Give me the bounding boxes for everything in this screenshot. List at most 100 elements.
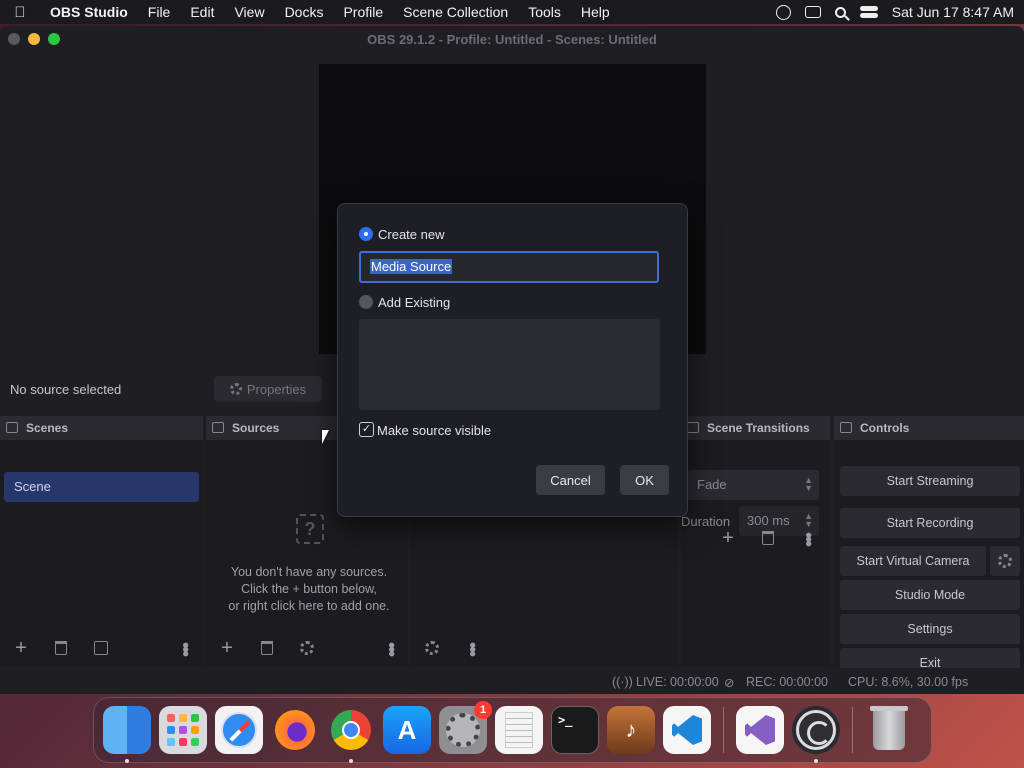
create-new-label[interactable]: Create new [378, 227, 444, 242]
empty-line-2: Click the + button below, [241, 582, 377, 596]
transition-select[interactable]: Fade ▲ ▼ [687, 470, 819, 500]
dock-separator [723, 707, 724, 753]
mixer-menu-button[interactable]: ••• [463, 639, 483, 657]
terminal-icon[interactable]: >_ [551, 706, 599, 754]
menu-docks[interactable]: Docks [275, 4, 334, 20]
cpu-stats: CPU: 8.6%, 30.00 fps [848, 675, 969, 689]
add-scene-button[interactable]: + [12, 637, 30, 659]
add-transition-button[interactable]: + [719, 527, 737, 549]
scene-filters-button[interactable] [92, 639, 110, 657]
safari-icon[interactable] [215, 706, 263, 754]
transitions-dock-title: Scene Transitions [707, 421, 810, 435]
scene-menu-button[interactable]: ••• [175, 639, 196, 657]
no-source-label: No source selected [10, 382, 122, 397]
gear-icon [998, 554, 1012, 568]
chevron-updown-icon: ▲ ▼ [804, 475, 813, 493]
menu-edit[interactable]: Edit [180, 4, 224, 20]
garageband-icon[interactable]: ♪ [607, 706, 655, 754]
source-name-value: Media Source [370, 259, 453, 274]
remove-transition-button[interactable] [759, 529, 777, 547]
properties-label: Properties [246, 381, 307, 397]
transitions-footer: + ••• [681, 520, 830, 556]
start-streaming-button[interactable]: Start Streaming [840, 466, 1020, 496]
menu-profile[interactable]: Profile [333, 4, 393, 20]
ok-button[interactable]: OK [620, 465, 669, 495]
sources-footer: + ••• [206, 630, 408, 666]
existing-sources-list[interactable] [359, 319, 660, 410]
studio-mode-button[interactable]: Studio Mode [840, 580, 1020, 610]
chrome-icon[interactable] [327, 706, 375, 763]
settings-badge: 1 [474, 701, 492, 719]
rec-icon: ⊘ [724, 676, 735, 690]
more-icon: ••• [175, 641, 196, 655]
finder-icon[interactable] [103, 706, 151, 763]
dock-separator [852, 707, 853, 753]
scene-item[interactable]: Scene [4, 472, 199, 502]
menu-view[interactable]: View [224, 4, 274, 20]
mouse-cursor-icon [322, 430, 329, 444]
settings-button[interactable]: Settings [840, 614, 1020, 644]
mixer-settings-button[interactable] [423, 639, 441, 657]
add-existing-radio[interactable] [359, 295, 373, 309]
obs-tray-icon[interactable] [775, 4, 791, 20]
obs-studio-icon[interactable] [792, 706, 840, 763]
make-visible-checkbox[interactable]: ✓ [359, 422, 374, 437]
make-visible-label[interactable]: Make source visible [377, 423, 491, 438]
virtual-camera-settings-button[interactable] [990, 546, 1020, 576]
firefox-icon[interactable] [271, 706, 319, 754]
visual-studio-icon[interactable] [736, 706, 784, 754]
dock-float-icon[interactable] [6, 422, 18, 433]
menu-tools[interactable]: Tools [518, 4, 571, 20]
controls-dock: Controls Start Streaming Start Recording… [834, 416, 1024, 678]
source-name-input[interactable]: Media Source [359, 251, 659, 283]
gear-icon [425, 641, 439, 655]
dock-float-icon[interactable] [840, 422, 852, 433]
remove-source-button[interactable] [258, 639, 276, 657]
app-store-icon[interactable]: A [383, 706, 431, 754]
menu-app-name[interactable]: OBS Studio [40, 4, 138, 20]
menu-scene-collection[interactable]: Scene Collection [393, 4, 518, 20]
menu-clock[interactable]: Sat Jun 17 8:47 AM [892, 4, 1014, 20]
trash-icon [762, 531, 774, 545]
trash-bin-icon[interactable] [865, 706, 913, 754]
cancel-button[interactable]: Cancel [536, 465, 605, 495]
start-recording-button[interactable]: Start Recording [840, 508, 1020, 538]
start-virtual-camera-button[interactable]: Start Virtual Camera [840, 546, 986, 576]
menu-file[interactable]: File [138, 4, 181, 20]
menu-help[interactable]: Help [571, 4, 620, 20]
system-settings-icon[interactable]: 1 [439, 701, 492, 754]
gear-icon [300, 641, 314, 655]
properties-button[interactable]: Properties [214, 376, 322, 402]
create-new-radio[interactable] [359, 227, 373, 241]
sources-dock-title: Sources [232, 421, 280, 435]
control-center-icon[interactable] [859, 6, 878, 18]
source-properties-button[interactable] [298, 639, 316, 657]
more-icon: ••• [381, 641, 402, 655]
rec-time: REC: 00:00:00 [746, 675, 828, 689]
add-existing-label[interactable]: Add Existing [378, 295, 450, 310]
dock-float-icon[interactable] [212, 422, 224, 433]
transitions-dock-header: Scene Transitions [681, 416, 830, 440]
controls-body: Start Streaming Start Recording Start Vi… [834, 440, 1024, 678]
trash-icon [55, 641, 67, 655]
search-icon[interactable] [834, 6, 846, 18]
transition-menu-button[interactable]: ••• [799, 529, 819, 547]
add-source-button[interactable]: + [218, 637, 236, 659]
window-icon[interactable] [804, 6, 821, 18]
apple-icon[interactable]:  [0, 4, 40, 21]
title-bar[interactable]: OBS 29.1.2 - Profile: Untitled - Scenes:… [0, 26, 1024, 52]
remove-scene-button[interactable] [52, 639, 70, 657]
live-icon: ((·)) [612, 675, 633, 689]
menu-bar:  OBS Studio File Edit View Docks Profil… [0, 0, 1024, 24]
question-icon: ? [296, 514, 324, 544]
empty-line-1: You don't have any sources. [230, 565, 388, 579]
vscode-icon[interactable] [663, 706, 711, 754]
dock-float-icon[interactable] [687, 422, 699, 433]
terminal-prompt: >_ [558, 713, 573, 727]
create-source-dialog: Create new Media Source Add Existing ✓ M… [337, 203, 688, 517]
status-bar: ((·)) LIVE: 00:00:00 ⊘ REC: 00:00:00 CPU… [0, 668, 1024, 694]
textedit-icon[interactable] [495, 706, 543, 754]
scenes-dock-header: Scenes [0, 416, 203, 440]
launchpad-icon[interactable] [159, 706, 207, 754]
source-menu-button[interactable]: ••• [381, 639, 402, 657]
